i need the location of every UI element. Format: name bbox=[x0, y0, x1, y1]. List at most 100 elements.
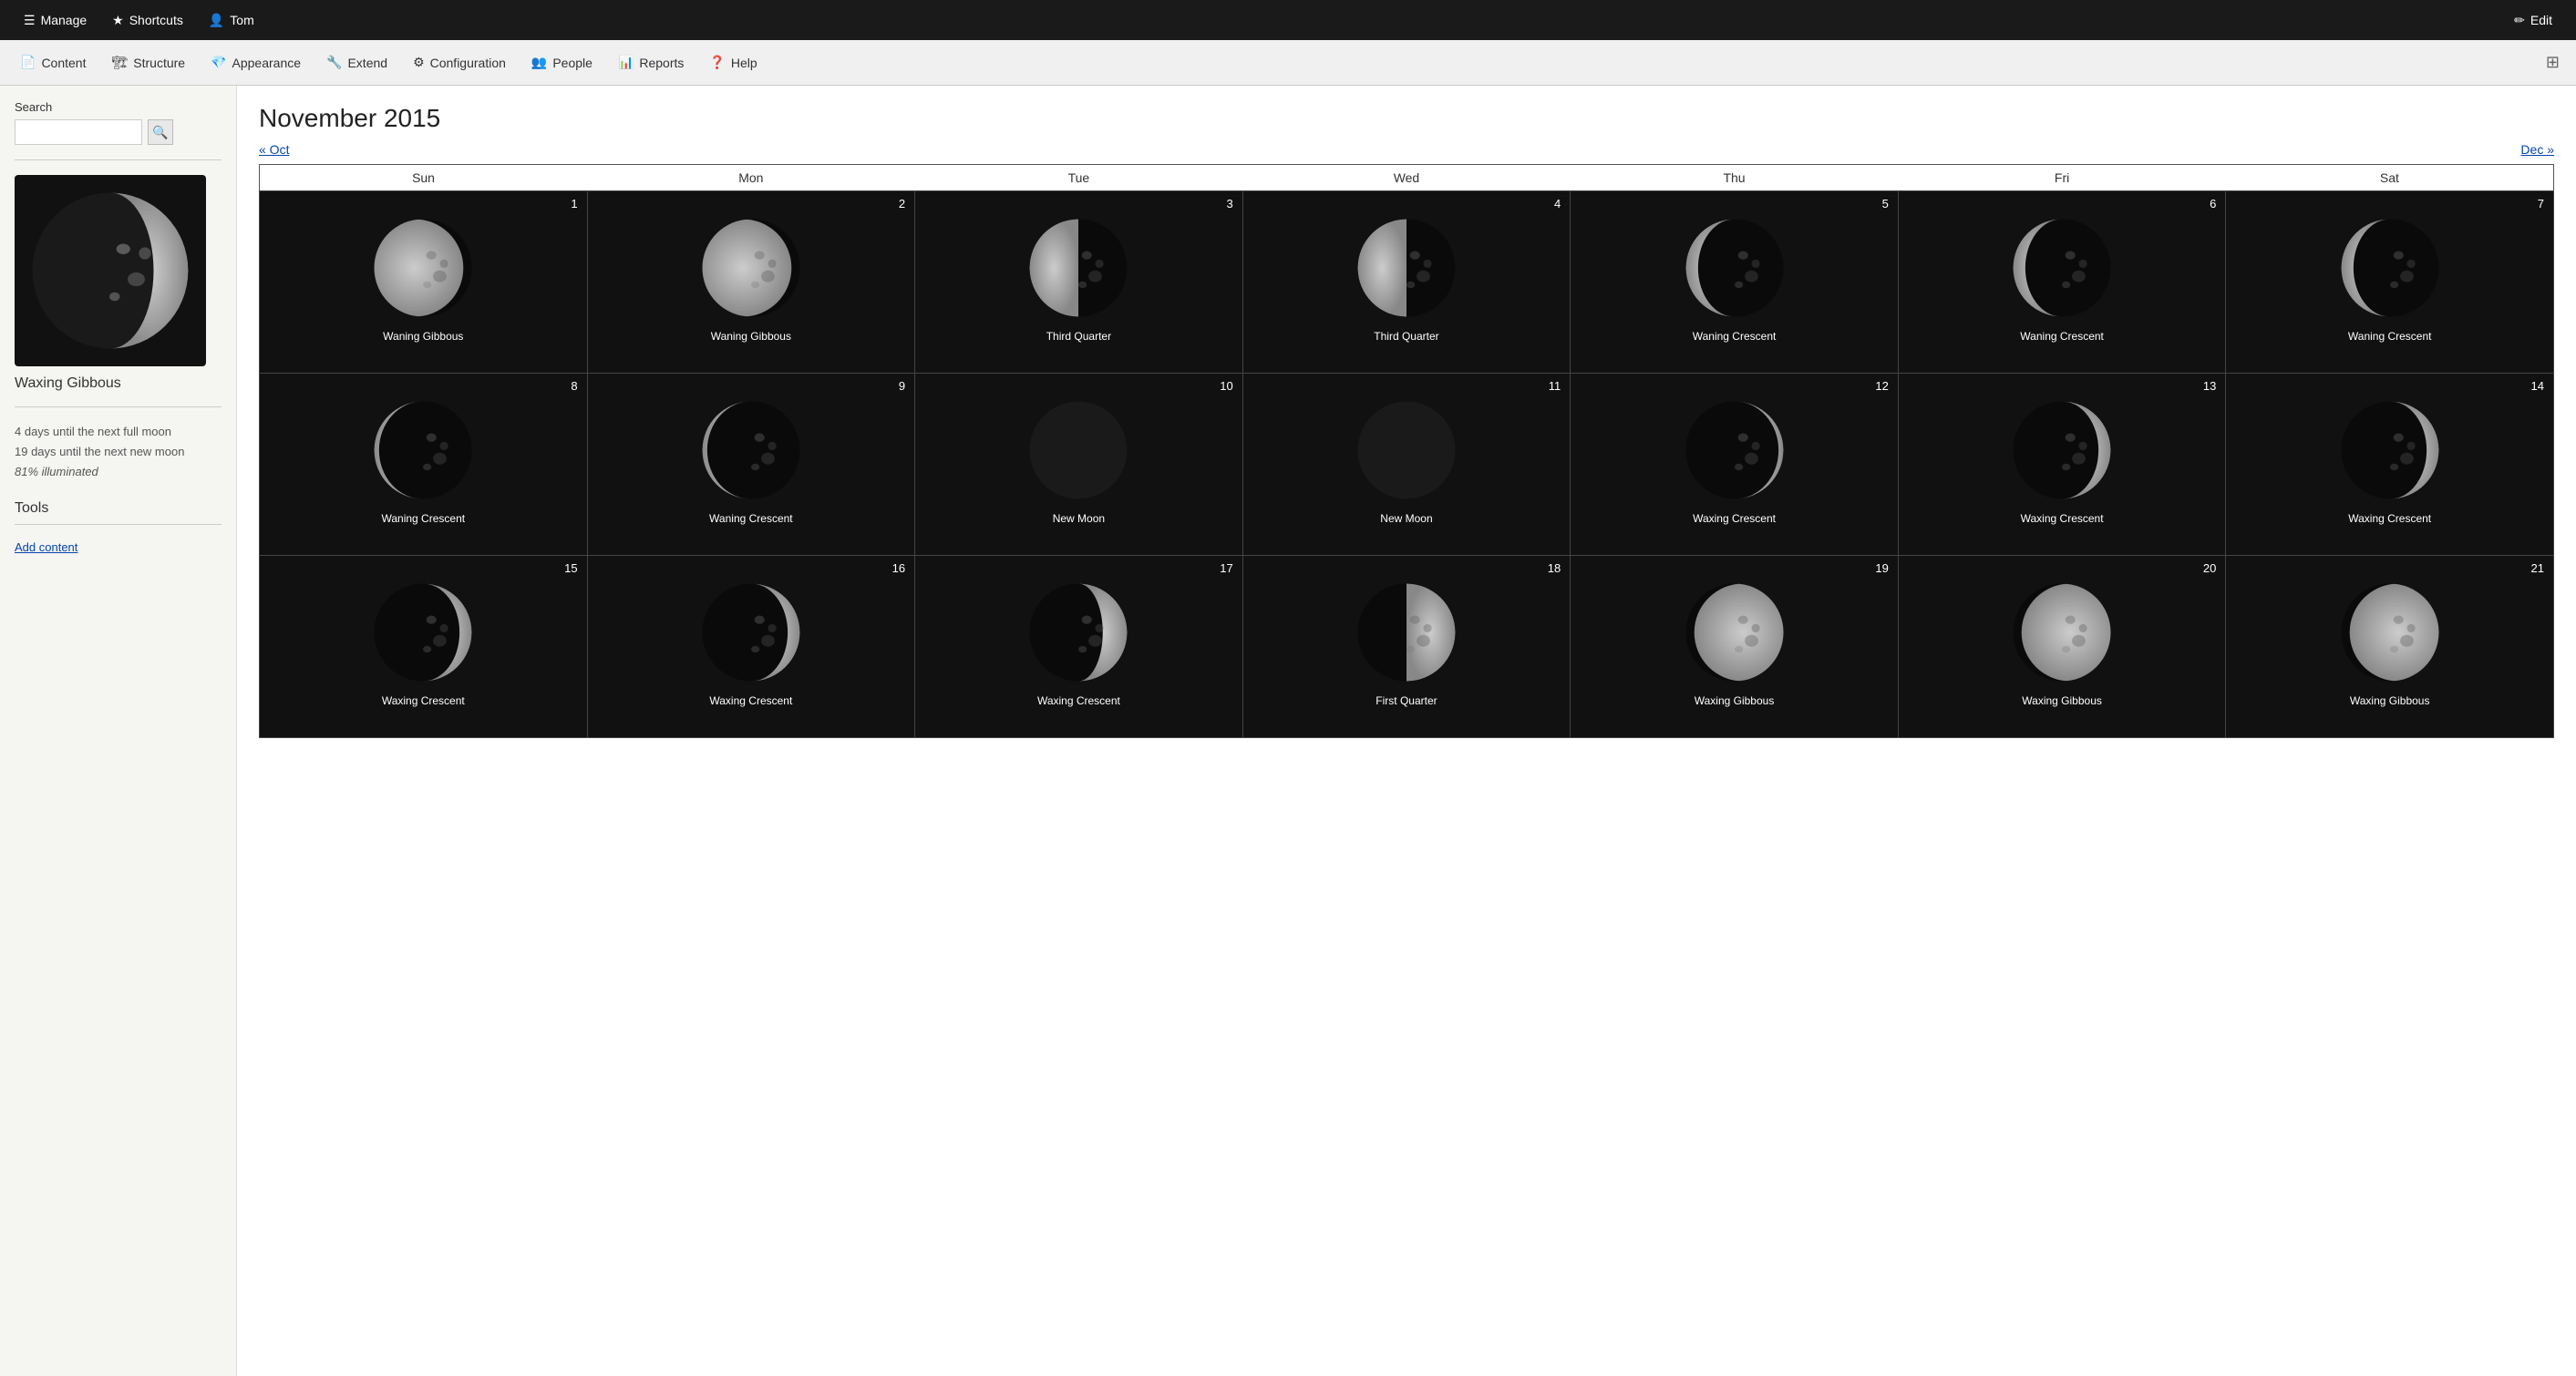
add-content-link[interactable]: Add content bbox=[15, 540, 77, 554]
configuration-label: Configuration bbox=[430, 56, 506, 70]
calendar-day[interactable]: 20 Waxing Gibbous bbox=[1898, 556, 2226, 738]
day-number: 7 bbox=[2538, 197, 2544, 211]
moon-phase-label: Waxing Gibbous bbox=[2018, 691, 2106, 716]
day-number: 20 bbox=[2203, 561, 2216, 575]
moon-phase-cell: Waxing Gibbous bbox=[1571, 556, 1898, 737]
structure-menu[interactable]: 🏗 Structure bbox=[98, 40, 198, 85]
search-input[interactable] bbox=[15, 119, 142, 145]
reports-menu[interactable]: 📊 Reports bbox=[605, 40, 696, 85]
day-number: 4 bbox=[1554, 197, 1561, 211]
moon-phase-label: Waxing Crescent bbox=[2344, 508, 2435, 534]
extend-label: Extend bbox=[347, 56, 387, 70]
people-menu[interactable]: 👥 People bbox=[519, 40, 605, 85]
help-menu[interactable]: ❓ Help bbox=[696, 40, 769, 85]
day-number: 14 bbox=[2531, 379, 2544, 393]
prev-month-link[interactable]: « Oct bbox=[259, 142, 289, 157]
calendar-day[interactable]: 8 Waning Crescent bbox=[260, 374, 588, 556]
calendar-day[interactable]: 17 Waxing Crescent bbox=[915, 556, 1243, 738]
moon-phase-label: Waxing Crescent bbox=[1689, 508, 1779, 534]
moon-phase-cell: Waxing Crescent bbox=[915, 556, 1242, 737]
moon-phase-label: Waxing Crescent bbox=[378, 691, 469, 716]
day-number: 12 bbox=[1875, 379, 1888, 393]
calendar-day[interactable]: 14 Waxing Crescent bbox=[2226, 374, 2554, 556]
moon-phase-cell: Waning Crescent bbox=[1571, 191, 1898, 373]
calendar-day[interactable]: 6 Waning Crescent bbox=[1898, 191, 2226, 374]
moon-phase-cell: Waning Crescent bbox=[1899, 191, 2226, 373]
calendar-day[interactable]: 15 Waxing Crescent bbox=[260, 556, 588, 738]
user-menu[interactable]: 👤 Tom bbox=[196, 0, 267, 40]
calendar-day[interactable]: 12 Waxing Crescent bbox=[1571, 374, 1899, 556]
moon-phase-label: Third Quarter bbox=[1370, 326, 1442, 352]
calendar-day[interactable]: 2 Waning Gibbous bbox=[587, 191, 915, 374]
moon-phase-label: New Moon bbox=[1049, 508, 1108, 534]
calendar-day[interactable]: 21 Waxing Gibbous bbox=[2226, 556, 2554, 738]
next-month-link[interactable]: Dec » bbox=[2520, 142, 2554, 157]
moon-preview bbox=[15, 175, 206, 366]
moon-phase-cell: Waxing Crescent bbox=[1899, 374, 2226, 555]
user-label: Tom bbox=[230, 13, 253, 27]
help-icon: ❓ bbox=[709, 55, 725, 70]
calendar-day[interactable]: 4 Third Quarter bbox=[1242, 191, 1571, 374]
edit-label: Edit bbox=[2530, 13, 2552, 27]
moon-days-full: 4 days until the next full moon bbox=[15, 422, 222, 442]
edit-button[interactable]: ✏ Edit bbox=[2501, 13, 2565, 28]
moon-phase-cell: New Moon bbox=[1243, 374, 1571, 555]
moon-phase-cell: First Quarter bbox=[1243, 556, 1571, 737]
day-number: 21 bbox=[2531, 561, 2544, 575]
shortcuts-menu[interactable]: ★ Shortcuts bbox=[99, 0, 196, 40]
extend-menu[interactable]: 🔧 Extend bbox=[314, 40, 400, 85]
day-number: 18 bbox=[1548, 561, 1561, 575]
moon-phase-label: Third Quarter bbox=[1043, 326, 1115, 352]
moon-calendar: Sun Mon Tue Wed Thu Fri Sat 1 bbox=[259, 164, 2554, 738]
calendar-day[interactable]: 3 Third Quarter bbox=[915, 191, 1243, 374]
structure-label: Structure bbox=[133, 56, 185, 70]
col-fri: Fri bbox=[1898, 165, 2226, 191]
moon-phase-label: Waning Gibbous bbox=[707, 326, 795, 352]
moon-phase-cell: Waxing Gibbous bbox=[2226, 556, 2553, 737]
calendar-day[interactable]: 16 Waxing Crescent bbox=[587, 556, 915, 738]
search-button[interactable]: 🔍 bbox=[148, 119, 173, 145]
reports-icon: 📊 bbox=[618, 55, 634, 70]
manage-menu[interactable]: ☰ Manage bbox=[11, 0, 99, 40]
day-number: 8 bbox=[571, 379, 577, 393]
moon-phase-label: Waxing Crescent bbox=[2017, 508, 2107, 534]
moon-illuminated: 81% illuminated bbox=[15, 462, 222, 482]
day-number: 2 bbox=[899, 197, 905, 211]
people-label: People bbox=[552, 56, 592, 70]
moon-phase-label: Waxing Crescent bbox=[706, 691, 796, 716]
moon-phase-cell: Waning Gibbous bbox=[588, 191, 915, 373]
moon-phase-cell: Waning Crescent bbox=[260, 374, 587, 555]
top-bar: ☰ Manage ★ Shortcuts 👤 Tom ✏ Edit bbox=[0, 0, 2576, 40]
calendar-day[interactable]: 7 Waning Crescent bbox=[2226, 191, 2554, 374]
moon-info: 4 days until the next full moon 19 days … bbox=[15, 422, 222, 482]
page-title: November 2015 bbox=[259, 104, 2554, 133]
calendar-day[interactable]: 5 Waning Crescent bbox=[1571, 191, 1899, 374]
moon-illuminated-text: 81% illuminated bbox=[15, 465, 98, 478]
appearance-menu[interactable]: 💎 Appearance bbox=[198, 40, 314, 85]
day-number: 10 bbox=[1220, 379, 1232, 393]
month-navigation: « Oct Dec » bbox=[259, 142, 2554, 157]
calendar-day[interactable]: 9 Waning Crescent bbox=[587, 374, 915, 556]
calendar-day[interactable]: 1 Waning Gibbous bbox=[260, 191, 588, 374]
col-thu: Thu bbox=[1571, 165, 1899, 191]
calendar-day[interactable]: 19 Waxing Gibbous bbox=[1571, 556, 1899, 738]
moon-phase-cell: Waxing Crescent bbox=[588, 556, 915, 737]
day-number: 5 bbox=[1882, 197, 1889, 211]
content-menu[interactable]: 📄 Content bbox=[7, 40, 98, 85]
moon-phase-label: New Moon bbox=[1376, 508, 1436, 534]
user-icon: 👤 bbox=[209, 13, 224, 28]
content-icon: 📄 bbox=[20, 55, 36, 70]
expand-button[interactable]: ⊞ bbox=[2537, 53, 2569, 72]
pencil-icon: ✏ bbox=[2514, 13, 2525, 28]
hamburger-icon: ☰ bbox=[24, 13, 36, 28]
calendar-day[interactable]: 18 First Quarter bbox=[1242, 556, 1571, 738]
configuration-menu[interactable]: ⚙ Configuration bbox=[400, 40, 519, 85]
day-number: 15 bbox=[564, 561, 577, 575]
calendar-day[interactable]: 11 New Moon bbox=[1242, 374, 1571, 556]
moon-phase-cell: Waxing Crescent bbox=[1571, 374, 1898, 555]
structure-icon: 🏗 bbox=[111, 55, 128, 70]
calendar-day[interactable]: 13 Waxing Crescent bbox=[1898, 374, 2226, 556]
moon-phase-label: Waxing Crescent bbox=[1034, 691, 1124, 716]
second-bar: 📄 Content 🏗 Structure 💎 Appearance 🔧 Ext… bbox=[0, 40, 2576, 86]
calendar-day[interactable]: 10 New Moon bbox=[915, 374, 1243, 556]
